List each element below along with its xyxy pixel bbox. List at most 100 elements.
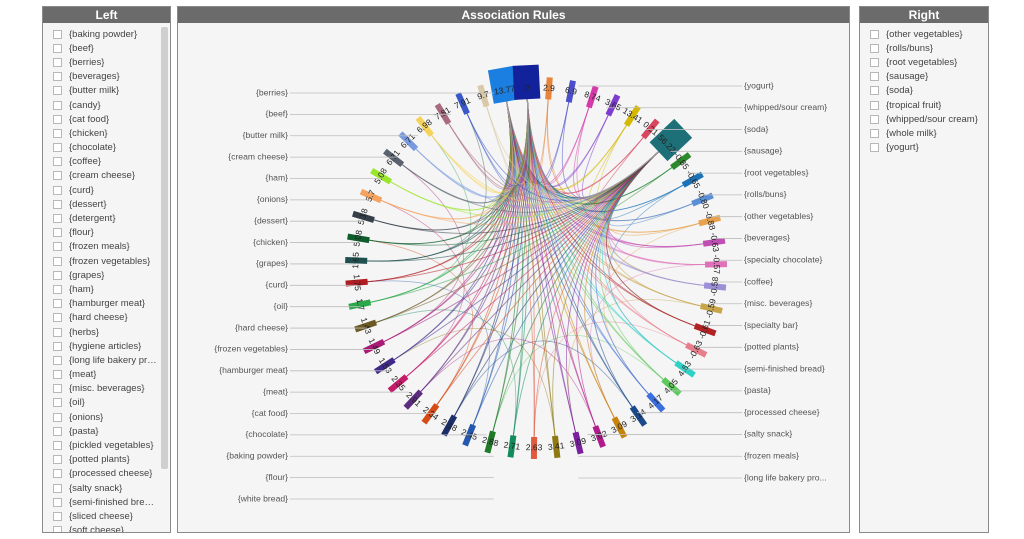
left-checkbox[interactable]: [53, 299, 62, 309]
left-item[interactable]: {semi-finished bread}: [53, 495, 158, 509]
left-item[interactable]: {herbs}: [53, 325, 158, 339]
left-item[interactable]: {chocolate}: [53, 141, 158, 155]
right-checkbox[interactable]: [870, 114, 879, 124]
left-checkbox[interactable]: [53, 100, 62, 110]
right-node-label[interactable]: {whipped/sour cream}: [744, 102, 827, 112]
left-item[interactable]: {pasta}: [53, 424, 158, 438]
left-checkbox[interactable]: [53, 256, 62, 266]
right-node-label[interactable]: {long life bakery pro...: [744, 472, 827, 482]
left-item[interactable]: {potted plants}: [53, 453, 158, 467]
left-checkbox[interactable]: [53, 341, 62, 351]
left-checkbox[interactable]: [53, 214, 62, 224]
right-item[interactable]: {other vegetables}: [870, 27, 978, 41]
right-node-label[interactable]: {sausage}: [744, 146, 782, 156]
right-node-label[interactable]: {processed cheese}: [744, 407, 820, 417]
left-item[interactable]: {dessert}: [53, 197, 158, 211]
left-item[interactable]: {chicken}: [53, 126, 158, 140]
left-item[interactable]: {long life bakery pro...: [53, 353, 158, 367]
left-checkbox[interactable]: [53, 185, 62, 195]
left-item[interactable]: {misc. beverages}: [53, 382, 158, 396]
left-checkbox[interactable]: [53, 114, 62, 124]
left-checkbox[interactable]: [53, 355, 62, 365]
left-node-label[interactable]: {hard cheese}: [235, 322, 288, 332]
left-item[interactable]: {pickled vegetables}: [53, 438, 158, 452]
right-checkbox[interactable]: [870, 29, 879, 39]
left-checkbox[interactable]: [53, 171, 62, 181]
left-checkbox[interactable]: [53, 398, 62, 408]
left-item[interactable]: {detergent}: [53, 211, 158, 225]
left-item[interactable]: {frozen meals}: [53, 240, 158, 254]
left-item[interactable]: {processed cheese}: [53, 467, 158, 481]
left-node-label[interactable]: {baking powder}: [226, 451, 288, 461]
right-node-label[interactable]: {potted plants}: [744, 342, 799, 352]
left-node-label[interactable]: {hamburger meat}: [219, 365, 288, 375]
left-checkbox[interactable]: [53, 426, 62, 436]
left-item[interactable]: {sliced cheese}: [53, 509, 158, 523]
right-item[interactable]: {sausage}: [870, 70, 978, 84]
left-checkbox[interactable]: [53, 86, 62, 96]
left-checkbox[interactable]: [53, 441, 62, 451]
left-item[interactable]: {butter milk}: [53, 84, 158, 98]
left-node-label[interactable]: {curd}: [266, 280, 289, 290]
left-item[interactable]: {berries}: [53, 55, 158, 69]
left-item[interactable]: {beef}: [53, 41, 158, 55]
left-checkbox[interactable]: [53, 497, 62, 507]
right-checkbox[interactable]: [870, 143, 879, 153]
right-node-label[interactable]: {rolls/buns}: [744, 189, 787, 199]
left-item[interactable]: {flour}: [53, 226, 158, 240]
right-node-label[interactable]: {coffee}: [744, 276, 773, 286]
left-item[interactable]: {coffee}: [53, 155, 158, 169]
right-checkbox[interactable]: [870, 43, 879, 53]
right-item[interactable]: {whipped/sour cream}: [870, 112, 978, 126]
left-node-label[interactable]: {meat}: [263, 386, 288, 396]
left-checkbox[interactable]: [53, 455, 62, 465]
right-node-label[interactable]: {misc. beverages}: [744, 298, 812, 308]
left-item[interactable]: {cat food}: [53, 112, 158, 126]
right-checkbox[interactable]: [870, 86, 879, 96]
right-checkbox[interactable]: [870, 72, 879, 82]
left-item[interactable]: {meat}: [53, 368, 158, 382]
right-item[interactable]: {whole milk}: [870, 126, 978, 140]
left-checkbox[interactable]: [53, 327, 62, 337]
left-node-label[interactable]: {grapes}: [256, 258, 288, 268]
left-checkbox[interactable]: [53, 483, 62, 493]
right-item[interactable]: {yogurt}: [870, 141, 978, 155]
left-checkbox[interactable]: [53, 469, 62, 479]
right-node-label[interactable]: {specialty chocolate}: [744, 254, 822, 264]
left-node-label[interactable]: {chocolate}: [245, 429, 288, 439]
left-node-label[interactable]: {berries}: [256, 87, 288, 97]
right-node-label[interactable]: {yogurt}: [744, 80, 774, 90]
right-node-label[interactable]: {pasta}: [744, 385, 771, 395]
right-node-label[interactable]: {other vegetables}: [744, 211, 813, 221]
right-node-label[interactable]: {frozen meals}: [744, 450, 799, 460]
left-checkbox[interactable]: [53, 128, 62, 138]
left-item[interactable]: {salty snack}: [53, 481, 158, 495]
left-checkbox[interactable]: [53, 270, 62, 280]
left-checkbox[interactable]: [53, 143, 62, 153]
left-item[interactable]: {ham}: [53, 282, 158, 296]
left-item[interactable]: {hamburger meat}: [53, 297, 158, 311]
left-item[interactable]: {beverages}: [53, 70, 158, 84]
left-node-label[interactable]: {beef}: [266, 109, 289, 119]
right-node-label[interactable]: {specialty bar}: [744, 320, 798, 330]
right-node-label[interactable]: {salty snack}: [744, 429, 792, 439]
left-item[interactable]: {curd}: [53, 183, 158, 197]
left-checkbox[interactable]: [53, 511, 62, 521]
left-item[interactable]: {oil}: [53, 396, 158, 410]
left-checkbox[interactable]: [53, 412, 62, 422]
left-checkbox[interactable]: [53, 29, 62, 39]
left-item[interactable]: {hard cheese}: [53, 311, 158, 325]
left-item[interactable]: {candy}: [53, 98, 158, 112]
left-checkbox[interactable]: [53, 242, 62, 252]
right-item[interactable]: {rolls/buns}: [870, 41, 978, 55]
left-checkbox[interactable]: [53, 228, 62, 238]
left-checkbox[interactable]: [53, 284, 62, 294]
right-item[interactable]: {tropical fruit}: [870, 98, 978, 112]
left-checkbox[interactable]: [53, 57, 62, 67]
right-node-label[interactable]: {beverages}: [744, 233, 790, 243]
right-checkbox[interactable]: [870, 128, 879, 138]
left-node-label[interactable]: {cat food}: [252, 408, 288, 418]
left-checkbox[interactable]: [53, 384, 62, 394]
left-node-label[interactable]: {butter milk}: [243, 130, 289, 140]
left-node-label[interactable]: {oil}: [274, 301, 288, 311]
